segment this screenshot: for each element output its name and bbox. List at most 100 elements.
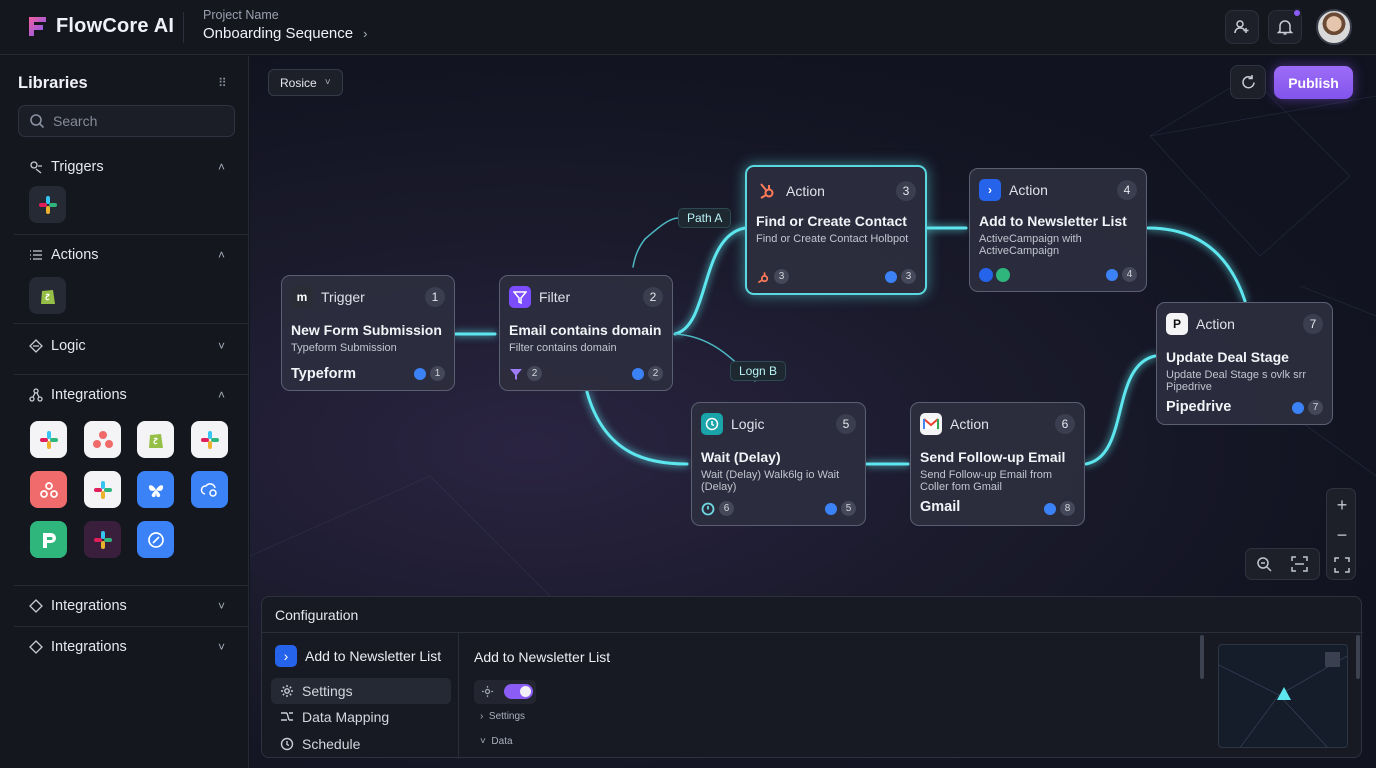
status-dot (825, 502, 837, 515)
node-title: Wait (Delay) (701, 449, 781, 465)
minimap[interactable] (1218, 644, 1348, 748)
project-name[interactable]: Onboarding Sequence (203, 25, 353, 42)
cloud-settings-integration-tile[interactable] (191, 471, 228, 508)
divider (262, 632, 1363, 633)
triggers-icon (30, 161, 42, 174)
section-label: Triggers (51, 159, 104, 175)
tree-item-settings[interactable]: › Settings (480, 711, 525, 722)
clock-icon (280, 737, 294, 751)
project-breadcrumb[interactable]: Project Name Onboarding Sequence › (203, 8, 367, 42)
zoom-in-icon[interactable]: + (1329, 492, 1355, 518)
section-header-actions[interactable]: Actions (29, 235, 229, 275)
slack-icon (39, 430, 58, 449)
node-subtitle: Filter contains domain (509, 342, 617, 354)
scrollbar[interactable] (1200, 635, 1204, 679)
node-badge-small: 6 (719, 501, 734, 516)
config-nav-schedule[interactable]: Schedule (271, 731, 451, 757)
sidebar-search[interactable]: Search (18, 105, 235, 137)
compass-integration-tile[interactable] (137, 521, 174, 558)
app-logo[interactable]: FlowCore AI (26, 14, 174, 38)
butterfly-integration-tile[interactable] (137, 471, 174, 508)
config-header: Configuration (275, 607, 359, 623)
workflow-node-newsletter[interactable]: › Action 4 Add to Newsletter List ActiveC… (969, 168, 1147, 292)
enable-toggle[interactable] (504, 684, 533, 699)
shopify-icon (40, 289, 55, 304)
slack-integration-tile[interactable] (84, 471, 121, 508)
integrations-icon (29, 640, 43, 654)
scrollbar[interactable] (1356, 635, 1360, 679)
share-users-button[interactable] (1225, 10, 1259, 44)
chevron-down-icon[interactable]: ˅ (218, 599, 225, 613)
zoom-out-icon[interactable]: − (1329, 522, 1355, 548)
activecampaign-icon: › (979, 179, 1001, 201)
node-subtitle: Send Follow-up Email from Coller fom Gma… (920, 469, 1053, 493)
hubspot-icon (757, 271, 769, 283)
chevron-up-icon[interactable]: ˄ (218, 388, 225, 402)
flowcore-logo-icon (29, 17, 46, 36)
refresh-button[interactable] (1230, 65, 1266, 99)
user-avatar[interactable] (1316, 9, 1352, 45)
workflow-node-deal-stage[interactable]: P Action 7 Update Deal Stage Update Deal … (1156, 302, 1333, 425)
shopify-integration-tile[interactable] (137, 421, 174, 458)
filter-icon (509, 286, 531, 308)
node-badge-small: 2 (527, 366, 542, 381)
section-header-integrations[interactable]: Integrations (29, 627, 229, 667)
asana-integration-tile[interactable] (84, 421, 121, 458)
node-title: New Form Submission (291, 322, 442, 338)
status-dot (885, 270, 897, 283)
version-dropdown[interactable]: Rosice ˅ (268, 69, 343, 96)
pipedrive-integration-tile[interactable] (30, 521, 67, 558)
section-label: Actions (51, 247, 99, 263)
chevron-up-icon[interactable]: ˄ (218, 248, 225, 262)
workflow-node-filter[interactable]: Filter 2 Email contains domain Filter co… (499, 275, 673, 391)
workflow-node-wait[interactable]: Logic 5 Wait (Delay) Wait (Delay) Walk6l… (691, 402, 866, 526)
path-label-a[interactable]: Path A (678, 208, 732, 228)
grid-dots-icon[interactable]: ⠿ (218, 76, 227, 90)
workflow-node-followup-email[interactable]: Action 6 Send Follow-up Email Send Follo… (910, 402, 1085, 526)
hubspot-icon (756, 180, 778, 202)
fullscreen-icon[interactable] (1329, 552, 1355, 578)
section-header-logic[interactable]: Logic (29, 326, 229, 366)
notification-dot (1292, 8, 1302, 18)
slack-integration-tile[interactable] (30, 421, 67, 458)
zoom-search-icon[interactable] (1251, 551, 1277, 577)
gmail-icon (920, 413, 942, 435)
nav-label: Schedule (302, 736, 361, 752)
section-header-triggers[interactable]: Triggers (29, 147, 229, 187)
node-badge: 3 (901, 269, 916, 284)
node-subtitle: ActiveCampaign with ActiveCampaign (979, 233, 1082, 257)
workflow-node-find-contact[interactable]: Action 3 Find or Create Contact Find or … (745, 165, 927, 295)
slack-integration-tile[interactable] (191, 421, 228, 458)
section-header-integrations[interactable]: Integrations (29, 586, 229, 626)
integrations-icon (29, 599, 43, 613)
selected-node-name: Add to Newsletter List (305, 648, 442, 664)
node-number: 2 (643, 287, 663, 307)
webhook-integration-tile[interactable] (30, 471, 67, 508)
search-input[interactable]: Search (53, 113, 97, 129)
config-selected-node: › Add to Newsletter List (275, 645, 441, 667)
chevron-down-icon[interactable]: ˅ (218, 640, 225, 654)
configuration-panel: Configuration › Add to Newsletter List S… (261, 596, 1363, 759)
slack-trigger-tile[interactable] (29, 186, 66, 223)
publish-button[interactable]: Publish (1274, 66, 1353, 99)
status-dot (632, 367, 644, 380)
shopify-action-tile[interactable] (29, 277, 66, 314)
node-subtitle: Update Deal Stage s ovlk srr Pipedrive (1166, 369, 1307, 393)
status-dot (1292, 401, 1304, 414)
slack-integration-tile[interactable] (84, 521, 121, 558)
fit-view-icon[interactable] (1286, 551, 1312, 577)
chevron-down-icon[interactable]: ˅ (218, 339, 225, 353)
tree-item-data[interactable]: ˅ Data (480, 736, 513, 747)
chevron-right-icon[interactable]: › (363, 26, 367, 41)
node-subtitle: Typeform Submission (291, 342, 397, 354)
section-header-integrations[interactable]: Integrations (29, 375, 229, 415)
section-triggers: Triggers ˄ (14, 147, 249, 234)
slack-icon (38, 195, 57, 214)
chevron-up-icon[interactable]: ˄ (218, 160, 225, 174)
path-label-b[interactable]: Logn B (730, 361, 787, 381)
workflow-node-trigger[interactable]: m Trigger 1 New Form Submission Typeform … (281, 275, 455, 391)
gear-icon (481, 685, 494, 698)
config-nav-settings[interactable]: Settings (271, 678, 451, 704)
config-nav-data-mapping[interactable]: Data Mapping (271, 704, 451, 730)
list-icon (30, 250, 42, 260)
